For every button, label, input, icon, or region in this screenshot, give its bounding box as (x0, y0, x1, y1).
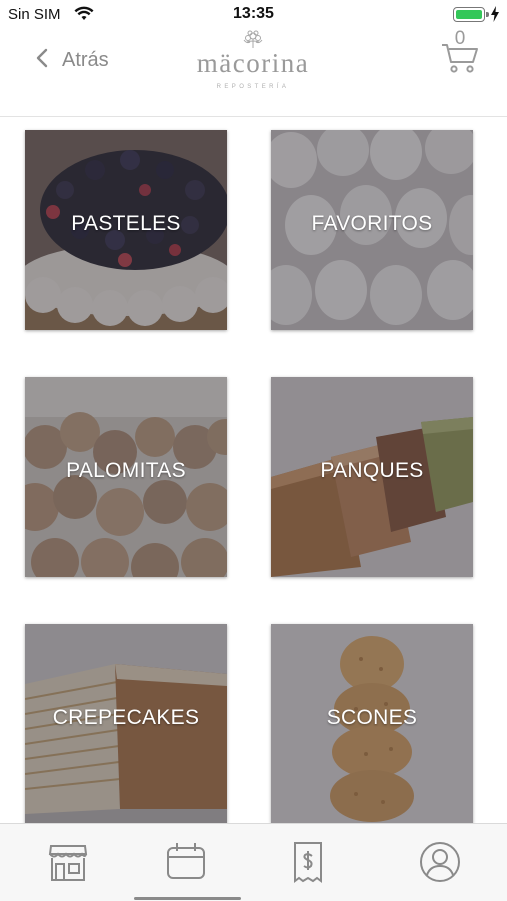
tab-orders[interactable] (286, 840, 330, 884)
tab-store[interactable] (46, 840, 90, 884)
category-label: CREPECAKES (52, 706, 200, 729)
logo-text: mäcorina (196, 48, 310, 78)
status-bar: Sin SIM 13:35 (0, 0, 507, 30)
category-tile-scones[interactable]: SCONES (271, 624, 473, 824)
tab-profile[interactable] (418, 840, 462, 884)
clock: 13:35 (233, 5, 274, 22)
category-label: PASTELES (71, 212, 181, 235)
tab-bar (0, 823, 507, 901)
cart-button[interactable]: 0 (440, 28, 480, 78)
category-tile-pasteles[interactable]: PASTELES (25, 130, 227, 330)
shopping-cart-icon (442, 44, 478, 73)
category-tile-panques[interactable]: PANQUES (271, 377, 473, 577)
chevron-left-icon (36, 48, 48, 73)
category-label: PALOMITAS (66, 459, 186, 482)
calendar-icon (167, 843, 205, 879)
brand-logo: mäcorina REPOSTERÍA (178, 30, 328, 94)
profile-icon (420, 842, 460, 882)
back-label: Atrás (62, 49, 109, 71)
category-tile-palomitas[interactable]: PALOMITAS (25, 377, 227, 577)
store-icon (48, 845, 88, 881)
back-button[interactable]: Atrás (36, 48, 109, 73)
category-tile-crepecakes[interactable]: CREPECAKES (25, 624, 227, 824)
category-label: PANQUES (320, 459, 424, 482)
nav-bar: Atrás mäcorina REPOSTERÍA 0 (0, 28, 507, 117)
category-tile-favoritos[interactable]: FAVORITOS (271, 130, 473, 330)
charging-icon (490, 6, 500, 27)
flower-ornament-icon (243, 30, 263, 48)
battery-icon (453, 7, 489, 22)
logo-subtitle: REPOSTERÍA (216, 84, 290, 90)
receipt-icon (294, 842, 322, 883)
category-label: FAVORITOS (311, 212, 433, 235)
category-label: SCONES (326, 706, 418, 729)
tab-calendar[interactable] (164, 840, 208, 884)
